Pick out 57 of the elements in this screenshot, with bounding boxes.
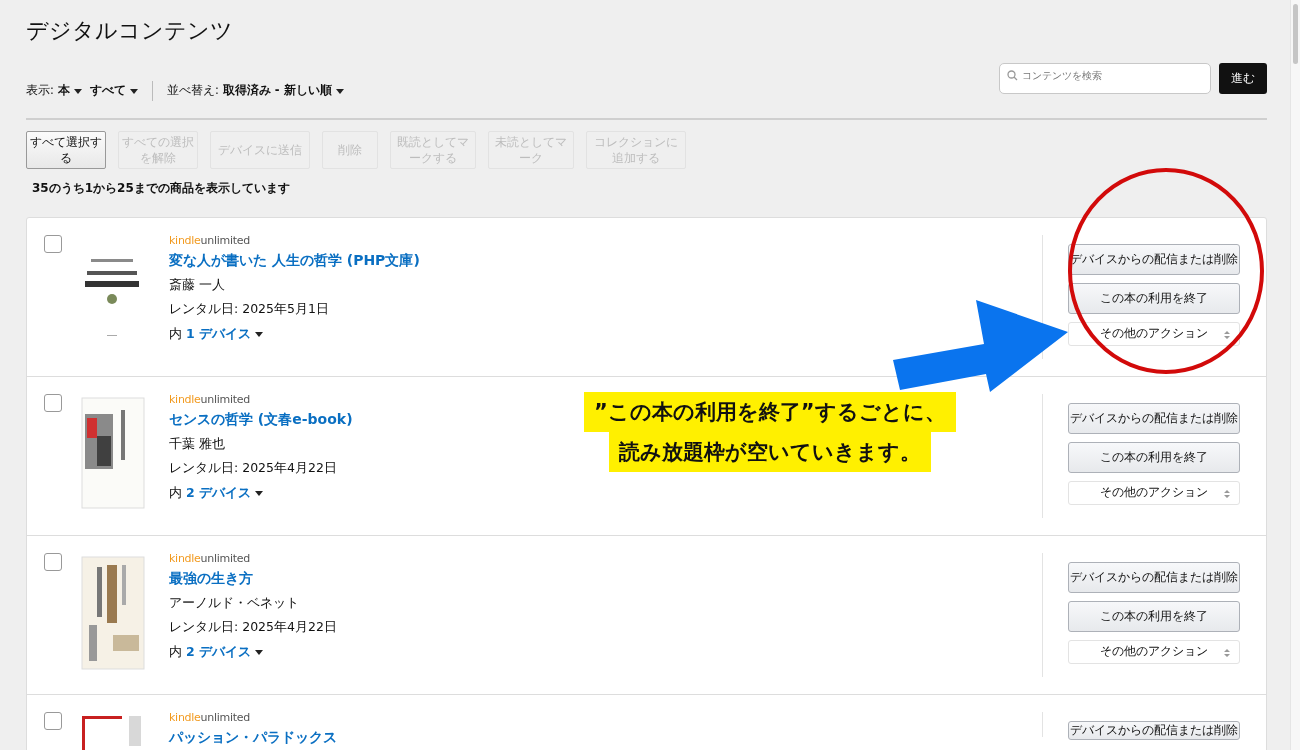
annotation-text: 読み放題枠が空いていきます。 [608, 432, 931, 472]
caret-icon [335, 88, 344, 94]
rental-date: レンタル日: 2025年5月1日 [169, 300, 329, 319]
caret-icon [255, 490, 264, 496]
caret-icon [129, 88, 138, 94]
kindle-unlimited-logo: kindleunlimited [169, 712, 250, 723]
search-icon [1007, 70, 1018, 81]
more-actions-dropdown[interactable]: その他のアクション [1068, 322, 1240, 346]
action-button[interactable]: デバイスからの配信または削除 [1068, 721, 1240, 741]
search-field[interactable]: コンテンツを検索 [999, 63, 1211, 94]
book-author: アーノルド・ベネット [169, 593, 299, 612]
caret-icon [255, 649, 264, 655]
go-button[interactable]: 進む [1219, 62, 1267, 94]
item-checkbox[interactable] [44, 553, 62, 571]
result-count: 35のうち1から25までの商品を表示しています [32, 180, 291, 197]
sort-label: 並べ替え: [166, 82, 219, 100]
action-button[interactable]: この本の利用を終了 [1068, 442, 1240, 473]
show-label: 表示: [26, 82, 54, 100]
arrow-icon [892, 298, 1070, 394]
action-button[interactable]: デバイスからの配信または削除 [1068, 562, 1240, 593]
item-checkbox[interactable] [44, 235, 62, 253]
devices-label: 内 [169, 484, 182, 502]
kindle-unlimited-logo: kindleunlimited [169, 235, 250, 246]
more-actions-dropdown[interactable]: その他のアクション [1068, 481, 1240, 505]
scrollbar[interactable] [1290, 0, 1300, 750]
book-author: 斎藤 一人 [169, 275, 225, 294]
caret-icon [255, 331, 264, 337]
sort-dropdown[interactable]: 取得済み - 新しい順 [222, 82, 344, 100]
devices-label: 内 [169, 643, 182, 661]
devices-link[interactable]: 1 デバイス [186, 325, 264, 344]
kindle-unlimited-logo: kindleunlimited [169, 394, 250, 405]
book-title-link[interactable]: センスの哲学 (文春e-book) [169, 411, 353, 429]
book-title-link[interactable]: 最強の生き方 [169, 570, 253, 588]
devices-link[interactable]: 2 デバイス [186, 643, 264, 662]
type-filter-dropdown[interactable]: 本 [57, 82, 82, 100]
book-author: 千葉 雅也 [169, 434, 225, 453]
action-button[interactable]: この本の利用を終了 [1068, 283, 1240, 314]
devices-label: 内 [169, 325, 182, 343]
action-button[interactable]: デバイスからの配信または削除 [1068, 403, 1240, 434]
action-button[interactable]: この本の利用を終了 [1068, 601, 1240, 632]
updown-icon [1224, 331, 1230, 339]
toolbar-button[interactable]: すべて選択する [26, 131, 106, 169]
rental-date: レンタル日: 2025年4月22日 [169, 618, 337, 637]
item-checkbox[interactable] [44, 394, 62, 412]
more-actions-dropdown[interactable]: その他のアクション [1068, 640, 1240, 664]
scope-filter-dropdown[interactable]: すべて [89, 82, 138, 100]
annotation-text: ”この本の利用を終了”するごとに、 [584, 392, 956, 432]
book-title-link[interactable]: パッション・パラドックス [169, 729, 337, 747]
updown-icon [1224, 649, 1230, 657]
devices-link[interactable]: 2 デバイス [186, 484, 264, 503]
item-checkbox[interactable] [44, 712, 62, 730]
book-title-link[interactable]: 変な人が書いた 人生の哲学 (PHP文庫) [169, 252, 420, 270]
updown-icon [1224, 490, 1230, 498]
page-title: デジタルコンテンツ [26, 17, 234, 42]
caret-icon [73, 88, 82, 94]
kindle-unlimited-logo: kindleunlimited [169, 553, 250, 564]
rental-date: レンタル日: 2025年4月22日 [169, 459, 337, 478]
